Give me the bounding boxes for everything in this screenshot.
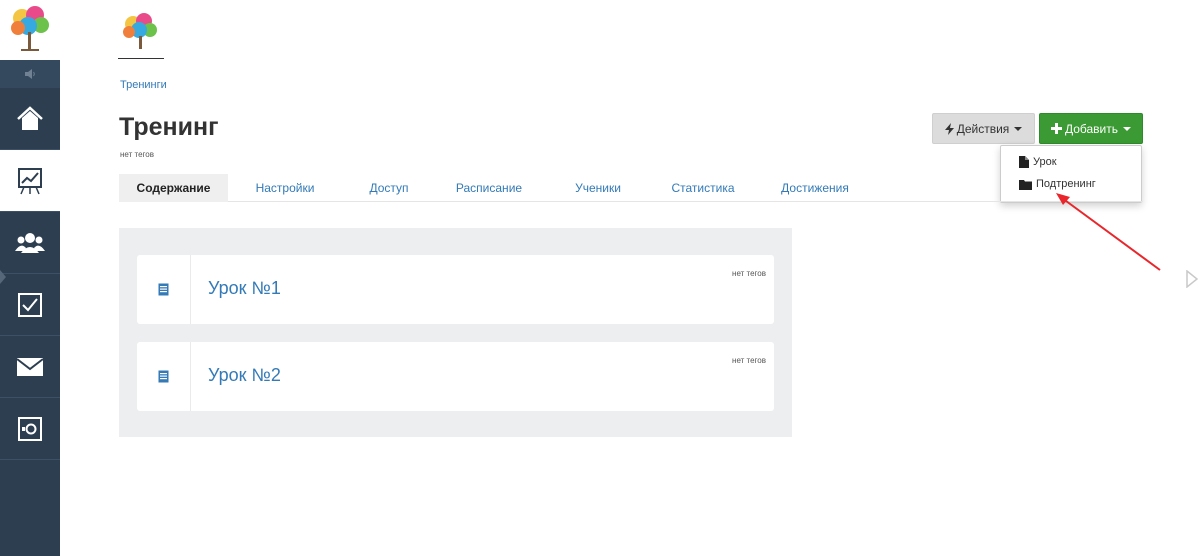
add-button-label: Добавить: [1064, 121, 1119, 136]
sidebar-expand-arrow-icon[interactable]: [0, 270, 6, 284]
chevron-down-icon: [1123, 126, 1132, 131]
lesson-card[interactable]: Урок №1 нет тегов: [137, 255, 774, 324]
breadcrumb[interactable]: Тренинги: [120, 79, 167, 91]
tree-logo-icon: [123, 13, 157, 49]
home-icon: [17, 105, 43, 130]
lesson-doc-icon: [158, 370, 169, 383]
tab-schedule[interactable]: Расписание: [449, 174, 529, 202]
sidebar-item-home[interactable]: [0, 88, 60, 150]
lightning-icon: [944, 122, 954, 135]
lesson-tags: нет тегов: [732, 356, 766, 365]
actions-button-label: Действия: [956, 121, 1010, 136]
lessons-panel: Урок №1 нет тегов Урок №2 нет тегов: [119, 228, 792, 437]
tabs-bar: Содержание Настройки Доступ Расписание У…: [119, 174, 1143, 202]
actions-button[interactable]: Действия: [932, 113, 1035, 144]
sidebar-collapse-toggle[interactable]: [0, 60, 60, 88]
users-icon: [15, 232, 45, 253]
sidebar-logo[interactable]: [0, 0, 60, 60]
sidebar-item-messages[interactable]: [0, 336, 60, 398]
tab-content[interactable]: Содержание: [119, 174, 228, 202]
sidebar-item-safe[interactable]: [0, 398, 60, 460]
lesson-icon-cell: [137, 342, 191, 411]
chart-board-icon: [18, 167, 42, 194]
mail-icon: [16, 357, 44, 376]
speaker-icon: [25, 69, 35, 79]
school-logo[interactable]: [118, 10, 164, 60]
tab-achievements[interactable]: Достижения: [775, 174, 855, 202]
sidebar-item-trainings[interactable]: [0, 150, 60, 212]
lesson-tags: нет тегов: [732, 269, 766, 278]
lesson-icon-cell: [137, 255, 191, 324]
tab-students[interactable]: Ученики: [566, 174, 630, 202]
tree-logo-icon: [11, 6, 49, 51]
tab-statistics[interactable]: Статистика: [665, 174, 741, 202]
next-arrow-icon[interactable]: [1186, 270, 1198, 288]
lesson-title[interactable]: Урок №2: [208, 365, 281, 386]
checkbox-icon: [18, 292, 42, 317]
menu-item-lesson[interactable]: Урок: [1019, 153, 1057, 171]
add-button[interactable]: Добавить: [1039, 113, 1143, 144]
safe-icon: [18, 416, 42, 441]
plus-icon: [1050, 123, 1062, 134]
menu-item-lesson-label: Урок: [1033, 156, 1057, 168]
sidebar: [0, 0, 60, 556]
page-title: Тренинг: [119, 113, 219, 141]
lesson-title[interactable]: Урок №1: [208, 278, 281, 299]
file-icon: [1019, 156, 1029, 168]
sidebar-item-tasks[interactable]: [0, 274, 60, 336]
lesson-doc-icon: [158, 283, 169, 296]
sidebar-item-users[interactable]: [0, 212, 60, 274]
annotation-arrow-icon: [1056, 193, 1161, 271]
chevron-down-icon: [1014, 126, 1023, 131]
tab-access[interactable]: Доступ: [359, 174, 419, 202]
logo-underline: [118, 58, 164, 59]
page-tags: нет тегов: [120, 150, 154, 159]
tab-settings[interactable]: Настройки: [250, 174, 320, 202]
lesson-card[interactable]: Урок №2 нет тегов: [137, 342, 774, 411]
